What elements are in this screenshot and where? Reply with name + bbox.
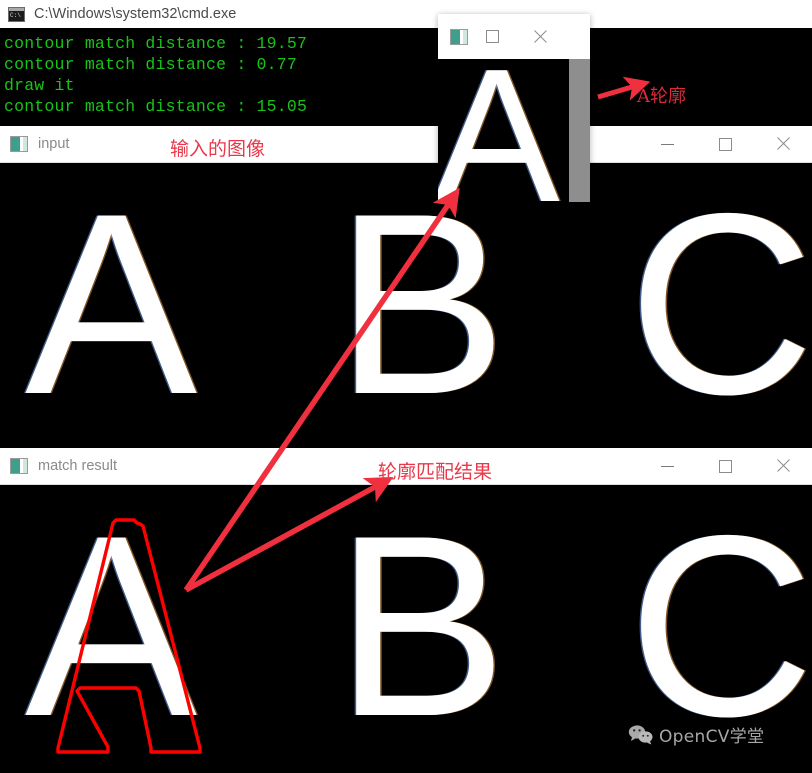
input-letter-b: B <box>335 163 508 448</box>
contour-popup-window: A <box>438 14 590 202</box>
input-image-annotation: 输入的图像 <box>170 138 266 160</box>
input-image-canvas: A B C <box>0 163 812 448</box>
close-button[interactable] <box>516 14 564 59</box>
cmd-icon <box>8 6 25 22</box>
contour-popup-titlebar[interactable] <box>438 14 590 59</box>
close-button[interactable] <box>754 126 812 162</box>
console-line: contour match distance : 0.77 <box>4 55 297 74</box>
cmd-window-title: C:\Windows\system32\cmd.exe <box>34 6 237 22</box>
popup-letter-a: A <box>438 59 560 202</box>
input-letter-a: A <box>25 163 198 448</box>
cmd-titlebar[interactable]: C:\Windows\system32\cmd.exe <box>0 0 812 29</box>
vertical-scrollbar[interactable] <box>569 59 590 202</box>
match-letter-c: C <box>628 485 812 770</box>
cmd-window: C:\Windows\system32\cmd.exe contour matc… <box>0 0 812 126</box>
input-window-controls <box>638 126 812 162</box>
opencv-window-icon <box>450 28 468 45</box>
opencv-window-icon <box>10 458 28 474</box>
watermark-text: OpenCV学堂 <box>659 727 765 747</box>
cmd-console-output: contour match distance : 19.57 contour m… <box>0 28 812 126</box>
close-icon <box>775 458 791 474</box>
maximize-button[interactable] <box>696 448 754 484</box>
input-letter-c: C <box>628 163 812 448</box>
opencv-window-icon <box>10 136 28 152</box>
watermark: OpenCV学堂 <box>628 722 764 747</box>
input-window-title: input <box>38 136 70 152</box>
close-button[interactable] <box>754 448 812 484</box>
maximize-icon <box>718 137 732 151</box>
contour-popup-canvas: A <box>438 59 590 202</box>
close-icon <box>532 29 548 45</box>
maximize-icon <box>485 30 499 43</box>
console-line: draw it <box>4 76 75 95</box>
minimize-button[interactable] <box>638 126 696 162</box>
maximize-icon <box>718 459 732 473</box>
minimize-icon <box>660 143 674 145</box>
match-result-annotation: 轮廓匹配结果 <box>378 461 493 483</box>
a-contour-annotation: A轮廓 <box>637 86 686 107</box>
close-icon <box>775 136 791 152</box>
maximize-button[interactable] <box>468 14 516 59</box>
console-line: contour match distance : 15.05 <box>4 97 308 116</box>
screenshot-root: C:\Windows\system32\cmd.exe contour matc… <box>0 0 812 773</box>
maximize-button[interactable] <box>696 126 754 162</box>
input-window: input A B C <box>0 126 812 448</box>
match-letter-a: A <box>25 485 198 770</box>
match-result-window-controls <box>638 448 812 484</box>
wechat-icon <box>628 724 653 744</box>
input-window-titlebar[interactable]: input <box>0 126 812 163</box>
minimize-button[interactable] <box>638 448 696 484</box>
console-line: contour match distance : 19.57 <box>4 34 308 53</box>
match-result-window-title: match result <box>38 458 117 474</box>
minimize-icon <box>660 465 674 467</box>
match-letter-b: B <box>335 485 508 770</box>
